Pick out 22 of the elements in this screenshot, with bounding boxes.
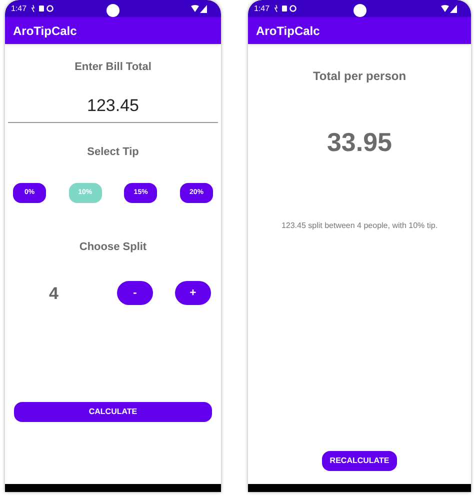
per-person-amount: 33.95 <box>326 126 392 159</box>
calculate-button[interactable]: CALCULATE <box>14 402 212 422</box>
bill-label: Enter Bill Total <box>74 60 152 75</box>
app-title: AroTipCalc <box>13 22 77 40</box>
app-title: AroTipCalc <box>256 22 320 40</box>
split-count: 4 <box>49 282 58 304</box>
decrement-button[interactable]: - <box>117 281 153 306</box>
bill-input-field[interactable]: 123.45 <box>8 92 218 122</box>
wifi-signal-icons <box>441 4 457 12</box>
tip-label: Select Tip <box>87 144 139 160</box>
status-time: 1:47 <box>11 2 27 14</box>
status-time: 1:47 <box>254 2 270 14</box>
wifi-signal-icons <box>191 4 207 12</box>
increment-button[interactable]: + <box>175 281 211 306</box>
recalculate-button[interactable]: RECALCULATE <box>322 451 397 471</box>
result-heading: Total per person <box>312 68 406 85</box>
camera-hole <box>106 4 120 17</box>
status-icons <box>274 5 298 12</box>
camera-hole <box>353 4 366 17</box>
split-label: Choose Split <box>79 240 147 255</box>
status-icons <box>30 5 55 12</box>
split-summary: 123.45 split between 4 people, with 10% tip. <box>281 220 438 232</box>
